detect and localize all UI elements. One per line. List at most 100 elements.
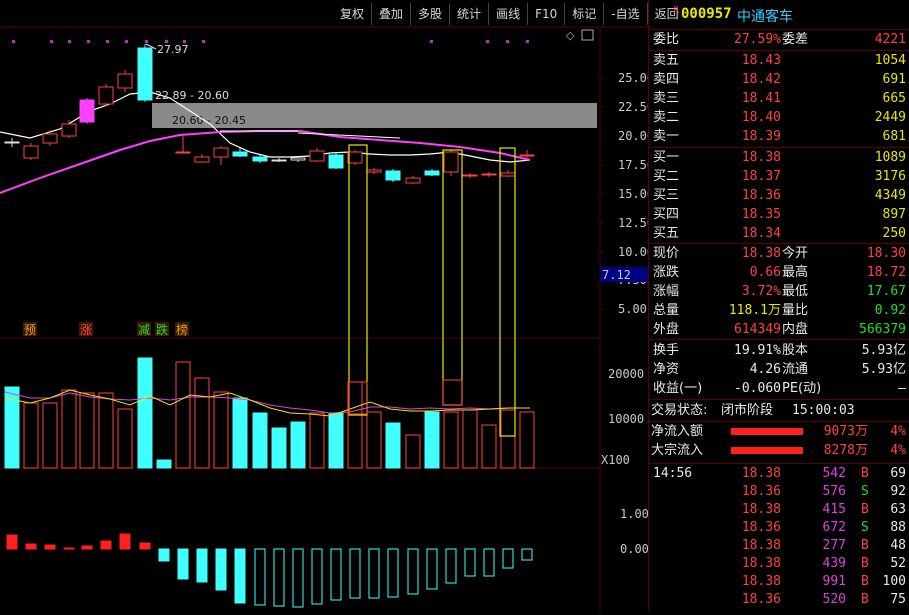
flow-value: 9073万 <box>823 424 868 439</box>
ask-row[interactable]: 卖一 18.39 681 <box>649 128 909 146</box>
tick-count: 63 <box>890 502 906 517</box>
volume-bar <box>424 411 440 469</box>
window-icon[interactable] <box>581 29 594 41</box>
volume-bar <box>213 391 229 469</box>
volume-bar <box>252 412 268 469</box>
toolbar-mark-button[interactable]: 标记 <box>564 3 603 25</box>
stat-row: 总量 118.1万 量比 0.92 <box>649 302 909 320</box>
toolbar-restore-rights-button[interactable]: 复权 <box>333 3 371 25</box>
candle-body <box>4 141 20 144</box>
stat-value: 18.30 <box>866 246 906 261</box>
flow-bar <box>731 428 803 435</box>
divider <box>649 29 909 30</box>
volume-bar <box>366 411 382 469</box>
price-axis-label: 12.50 <box>618 216 648 230</box>
volume-unit: X100 <box>601 453 630 467</box>
candle-body <box>213 147 229 158</box>
weibi-value: 27.59% <box>734 32 781 47</box>
candle-body <box>232 151 248 157</box>
toolbar-multi-stock-button[interactable]: 多股 <box>410 3 449 25</box>
stat-value: 5.93亿 <box>861 362 906 377</box>
kline-chart-area[interactable]: 22.89 - 20.60 20.60 - 20.45 27.97 25.00 22.… <box>0 0 679 611</box>
stat-value: 4.26 <box>749 362 781 377</box>
tick-count: 69 <box>890 466 906 481</box>
toolbar-draw-line-button[interactable]: 画线 <box>488 3 527 25</box>
macd-bar <box>100 540 112 550</box>
candle-body <box>194 156 210 163</box>
stat-row: 涨跌 0.66 最高 18.72 <box>649 264 909 282</box>
highlight-volume-box <box>442 379 463 406</box>
ask-price: 18.41 <box>741 91 781 106</box>
tick-price: 18.38 <box>741 556 781 571</box>
divider <box>649 399 909 400</box>
ask-row[interactable]: 卖五 18.43 1054 <box>649 52 909 70</box>
stat-row: 收益(一) -0.060 PE(动) – <box>649 380 909 398</box>
chart-toolbar: 复权 叠加 多股 统计 画线 F10 标记 -自选 返回 <box>333 3 686 25</box>
diamond-icon[interactable]: ◇ <box>566 29 575 42</box>
candle-body <box>61 123 77 137</box>
bid-row[interactable]: 买五 18.34 250 <box>649 225 909 243</box>
marker-text[interactable]: 跌 <box>156 322 168 337</box>
ask-row[interactable]: 卖四 18.42 691 <box>649 71 909 89</box>
stat-value: 3.72% <box>741 284 781 299</box>
tick-volume: 415 <box>822 502 846 517</box>
macd-bar <box>502 548 514 569</box>
ask-label: 卖三 <box>653 91 680 106</box>
price-axis-label: 17.50 <box>618 158 648 172</box>
tick-row[interactable]: 18.38 277 B 48 <box>649 537 909 555</box>
bid-row[interactable]: 买一 18.38 1089 <box>649 149 909 167</box>
stat-label: 净资 <box>653 362 680 377</box>
macd-bar <box>445 548 457 584</box>
volume-bar <box>347 381 363 469</box>
bid-label: 买四 <box>653 207 680 222</box>
marker-text[interactable]: 减 <box>138 323 150 337</box>
volume-axis-label: 10000 <box>608 412 644 426</box>
tick-side: B <box>861 502 869 517</box>
marker-text[interactable]: 涨 <box>80 322 92 337</box>
tick-count: 75 <box>890 592 906 607</box>
volume-bar <box>156 459 172 469</box>
toolbar-remove-watchlist-button[interactable]: -自选 <box>603 3 646 25</box>
stat-value: – <box>898 381 906 396</box>
macd-bar <box>158 548 170 562</box>
bid-row[interactable]: 买四 18.35 897 <box>649 206 909 224</box>
trade-status-label: 交易状态: <box>651 403 708 418</box>
price-axis-label: 5.00 <box>618 302 647 316</box>
macd-bar <box>81 545 93 550</box>
kline-chart[interactable]: 22.89 - 20.60 20.60 - 20.45 27.97 25.00 22.… <box>0 0 654 611</box>
candle-body <box>443 151 459 173</box>
weibi-label: 委比 <box>653 32 680 47</box>
ask-price: 18.43 <box>741 53 781 68</box>
stat-value: 0.92 <box>874 303 906 318</box>
bid-volume: 3176 <box>874 169 906 184</box>
tick-row[interactable]: 18.36 520 B 75 <box>649 591 909 609</box>
tick-row[interactable]: 18.38 439 B 52 <box>649 555 909 573</box>
toolbar-statistics-button[interactable]: 统计 <box>449 3 488 25</box>
tick-row[interactable]: 14:56 18.38 542 B 69 <box>649 465 909 483</box>
tick-price: 18.36 <box>741 484 781 499</box>
marker-text[interactable]: 预 <box>24 323 36 337</box>
ask-price: 18.40 <box>741 110 781 125</box>
bid-row[interactable]: 买二 18.37 3176 <box>649 168 909 186</box>
macd-bar <box>292 548 304 608</box>
bid-row[interactable]: 买三 18.36 4349 <box>649 187 909 205</box>
ask-row[interactable]: 卖三 18.41 665 <box>649 90 909 108</box>
tick-count: 100 <box>882 574 906 589</box>
tick-count: 52 <box>890 556 906 571</box>
ask-row[interactable]: 卖二 18.40 2449 <box>649 109 909 127</box>
margin-badge: R <box>673 6 680 16</box>
tick-row[interactable]: 18.38 991 B 100 <box>649 573 909 591</box>
ask-volume: 665 <box>882 91 906 106</box>
marker-text[interactable]: 榜 <box>176 322 188 337</box>
tick-row[interactable]: 18.36 672 S 88 <box>649 519 909 537</box>
highlight-box <box>442 149 463 406</box>
ask-volume: 2449 <box>874 110 906 125</box>
fund-flow-row: 净流入额 9073万 4% <box>649 423 909 441</box>
tick-side: B <box>861 556 869 571</box>
tick-row[interactable]: 18.36 576 S 92 <box>649 483 909 501</box>
candle-body <box>424 170 440 176</box>
tick-row[interactable]: 18.38 415 B 63 <box>649 501 909 519</box>
toolbar-f10-button[interactable]: F10 <box>527 3 564 25</box>
tick-side: B <box>861 574 869 589</box>
toolbar-overlay-button[interactable]: 叠加 <box>371 3 410 25</box>
